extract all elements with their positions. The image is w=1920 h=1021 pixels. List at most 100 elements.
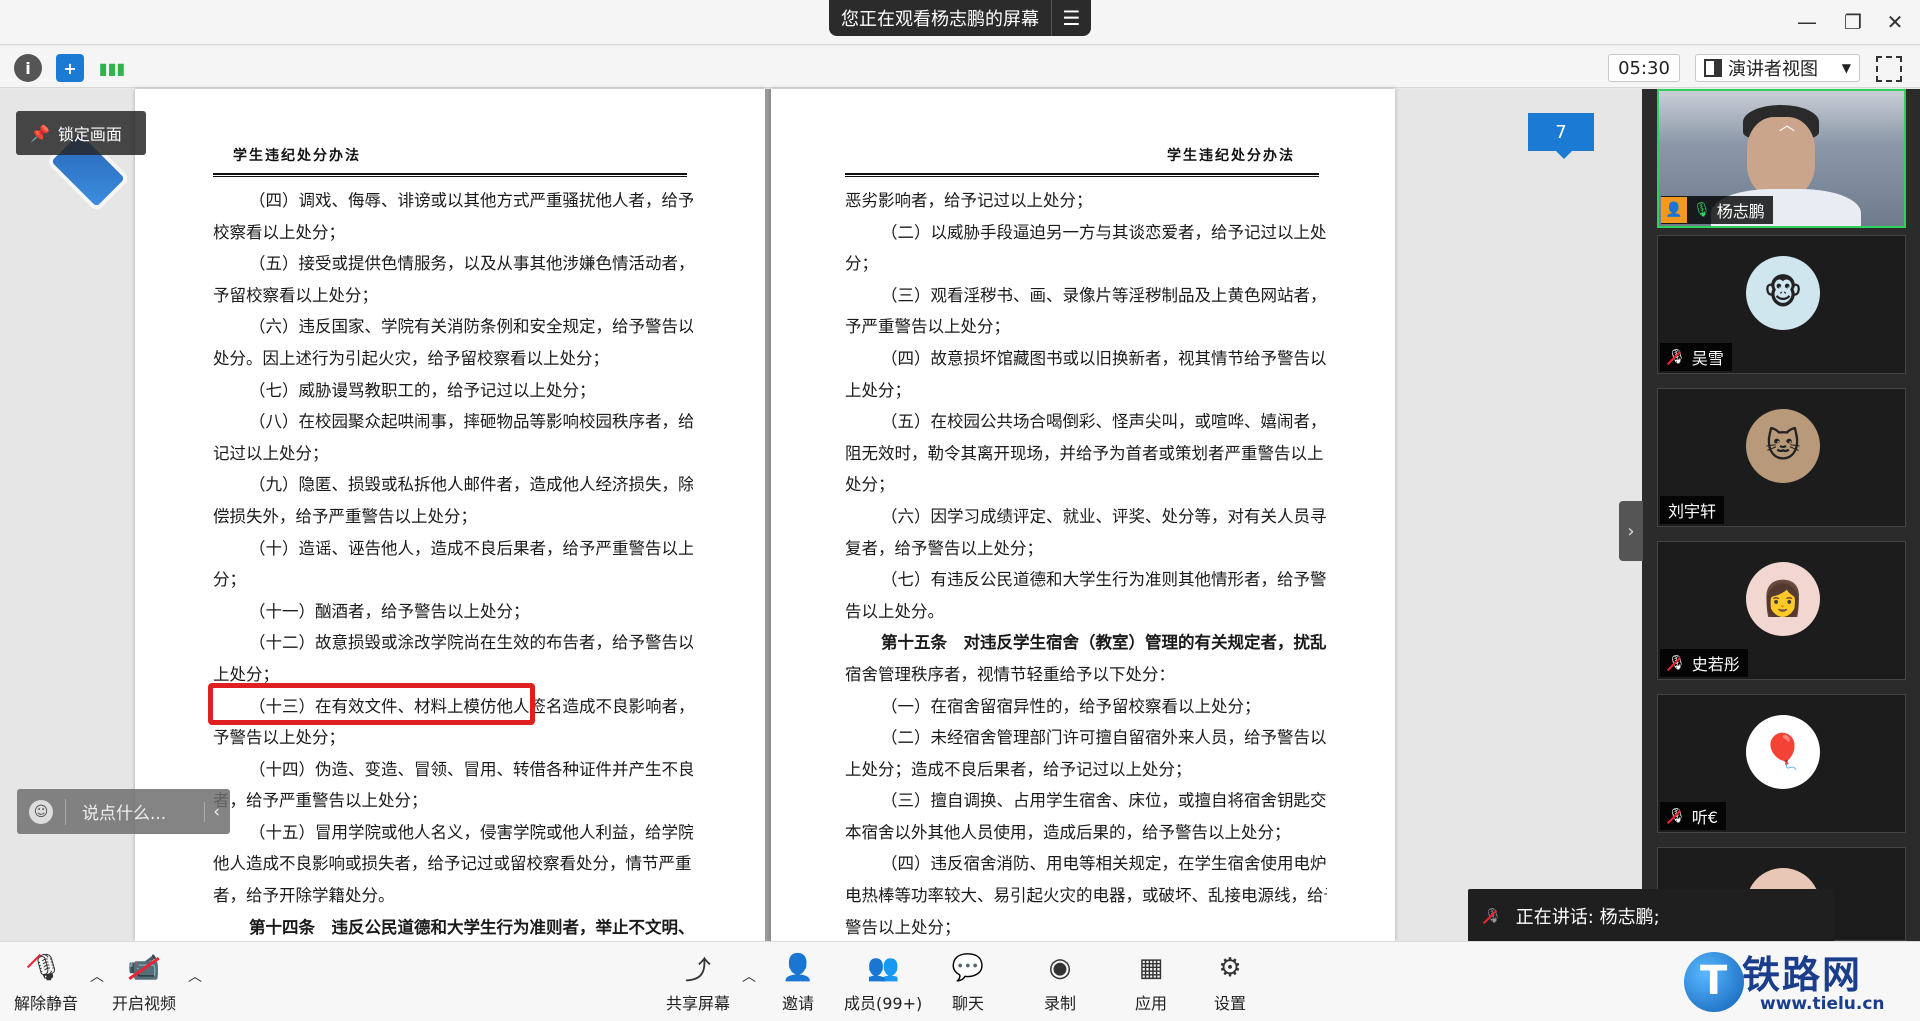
emoji-icon[interactable]: ☺ [29, 799, 53, 824]
share-screen-label: 共享屏幕 [666, 994, 731, 1013]
record-button[interactable]: ◉ 录制 [1042, 952, 1078, 1014]
document-line: 警告以上处分； [845, 917, 961, 937]
watermark-name: 铁路网 [1742, 953, 1863, 997]
shared-screen: 学生违纪处分办法 （四）调戏、侮辱、诽谤或以其他方式严重骚扰他人者，给予留 校察看… [0, 89, 1642, 941]
start-video-label: 开启视频 [112, 994, 177, 1013]
members-button[interactable]: 👥 成员(99+) [844, 952, 922, 1014]
panel-toggle-chevron-icon[interactable]: › [1619, 501, 1643, 561]
header-rule [213, 173, 687, 177]
document-line: （六）因学习成绩评定、就业、评奖、处分等，对有关人员寻衅报 [881, 506, 1327, 526]
unmute-label: 解除静音 [14, 994, 79, 1013]
record-label: 录制 [1043, 994, 1076, 1013]
apps-label: 应用 [1134, 994, 1167, 1013]
chevron-up-icon[interactable]: ︿ [1779, 111, 1795, 135]
add-user-icon: 👤 [781, 953, 815, 983]
document-line: 偿损失外，给予严重警告以上处分； [213, 506, 477, 526]
minimize-icon[interactable]: — [1792, 8, 1822, 36]
participant-tile[interactable]: 🎈 🎙 听€ [1657, 694, 1906, 833]
document-line: 分； [213, 570, 246, 590]
pin-icon: 📌 [30, 123, 50, 143]
participant-tile[interactable]: 🐵 🎙 吴雪 [1657, 235, 1906, 374]
document-line: 者，给予开除学籍处分。 [213, 886, 395, 906]
document-line: （八）在校园聚众起哄闹事，摔砸物品等影响校园秩序者，给予 [249, 412, 693, 432]
settings-button[interactable]: ⚙ 设置 [1212, 952, 1248, 1014]
running-header-left: 学生违纪处分办法 [233, 148, 361, 164]
start-video-button[interactable]: 📹 开启视频 [112, 952, 176, 1014]
audio-options-chevron-icon[interactable]: ︿ [90, 966, 104, 986]
quick-chat-input[interactable]: ☺ 说点什么... ‹ [17, 789, 230, 834]
share-screen-button[interactable]: ⤴ 共享屏幕 [666, 952, 730, 1014]
share-menu-icon[interactable]: ☰ [1051, 0, 1091, 36]
speaking-indicator: 🎙 正在讲话: 杨志鹏; [1468, 889, 1834, 943]
invite-label: 邀请 [781, 994, 814, 1013]
document-text-left: （四）调戏、侮辱、诽谤或以其他方式严重骚扰他人者，给予留 校察看以上处分； （五）接… [213, 185, 693, 943]
document-line: 上处分；造成不良后果者，给予记过以上处分； [845, 759, 1192, 779]
participant-name: 杨志鹏 [1716, 202, 1765, 221]
document-line: 第十五条 对违反学生宿舍（教室）管理的有关规定者，扰乱 [881, 633, 1327, 653]
lock-screen-label: 锁定画面 [57, 125, 122, 144]
document-line: 记过以上处分； [213, 443, 329, 463]
shield-icon[interactable]: + [56, 54, 84, 82]
host-user-icon: 👤 [1661, 197, 1687, 223]
document-line: 第十四条 违反公民道德和大学生行为准则者，举止不文明、 [249, 917, 693, 937]
logo-mark-icon [1684, 952, 1744, 1012]
watermark-logo: 铁路网 www.tielu.cn [1680, 944, 1920, 1021]
document-line: （十一）酗酒者，给予警告以上处分； [249, 601, 530, 621]
participant-tile[interactable]: 👩 🎙 史若彤 [1657, 541, 1906, 680]
avatar: 🐱 [1746, 409, 1820, 483]
members-label: 成员(99+) [844, 994, 923, 1013]
avatar: 🐵 [1746, 256, 1820, 330]
participant-name-tag: 👤 🎙 杨志鹏 [1661, 196, 1773, 224]
settings-label: 设置 [1213, 994, 1246, 1013]
unmute-button[interactable]: 🎙 解除静音 [14, 952, 78, 1014]
mic-on-icon: 🎙 [1693, 202, 1711, 218]
view-mode-button[interactable]: 演讲者视图 ▼ [1695, 54, 1860, 82]
participant-name-tag: 🎙 听€ [1660, 802, 1726, 830]
document-line: 处分； [845, 475, 895, 495]
red-highlight-annotation [208, 683, 535, 725]
apps-grid-icon: ▦ [1138, 953, 1164, 983]
chat-placeholder: 说点什么... [82, 804, 167, 824]
share-notice: 您正在观看杨志鹏的屏幕 ☰ [829, 0, 1091, 36]
lock-screen-button[interactable]: 📌 锁定画面 [16, 111, 146, 155]
chat-icon: 💬 [951, 953, 985, 983]
mic-muted-icon: 🎙 [1484, 908, 1502, 924]
participant-tile-active[interactable]: ︿ 👤 🎙 杨志鹏 [1657, 89, 1906, 228]
document-line: （三）擅自调换、占用学生宿舍、床位，或擅自将宿舍钥匙交给 [881, 791, 1327, 811]
participant-name: 听€ [1691, 808, 1718, 827]
document-line: （七）威胁谩骂教职工的，给予记过以上处分； [249, 380, 596, 400]
document-line: （三）观看淫秽书、画、录像片等淫秽制品及上黄色网站者，给 [881, 285, 1327, 305]
share-options-chevron-icon[interactable]: ︿ [742, 966, 756, 986]
document-line: 复者，给予警告以上处分； [845, 538, 1043, 558]
participant-tile[interactable]: 🐱 刘宇轩 [1657, 388, 1906, 527]
meeting-timer: 05:30 [1608, 54, 1680, 82]
fullscreen-icon[interactable] [1876, 56, 1902, 82]
document-line: （十四）伪造、变造、冒领、冒用、转借各种证件并产生不良后果 [249, 759, 693, 779]
info-icon[interactable]: i [14, 54, 42, 82]
avatar: 👩 [1746, 562, 1820, 636]
restore-icon[interactable]: ❐ [1838, 8, 1868, 36]
watermark-url: www.tielu.cn [1760, 994, 1885, 1014]
chevron-down-icon: ▼ [1841, 61, 1851, 75]
document-text-right: 恶劣影响者，给予记过以上处分； （二）以威胁手段逼迫另一方与其谈恋爱者，给予记过以… [845, 185, 1327, 943]
document-line: 予严重警告以上处分； [845, 317, 1010, 337]
control-bar: 🎙 解除静音 ︿ 📹 开启视频 ︿ ⤴ 共享屏幕 ︿ 👤 邀请 👥 成员(99+… [0, 941, 1920, 1021]
document-line: 分； [845, 254, 878, 274]
document-line: 本宿舍以外其他人员使用，造成后果的，给予警告以上处分； [845, 822, 1291, 842]
chat-button[interactable]: 💬 聊天 [950, 952, 986, 1014]
document-line: （十五）冒用学院或他人名义，侵害学院或他人利益，给学院或 [249, 822, 693, 842]
document-line: 电热棒等功率较大、易引起火灾的电器，或破坏、乱接电源线，给予 [845, 886, 1327, 906]
document-line: （四）调戏、侮辱、诽谤或以其他方式严重骚扰他人者，给予留 [249, 191, 693, 210]
share-screen-icon: ⤴ [684, 955, 711, 986]
title-bar: 您正在观看杨志鹏的屏幕 ☰ — ❐ ✕ [0, 0, 1920, 45]
collapse-chevron-icon[interactable]: ‹ [204, 801, 220, 822]
video-options-chevron-icon[interactable]: ︿ [188, 966, 202, 986]
apps-button[interactable]: ▦ 应用 [1133, 952, 1169, 1014]
document-line: （五）在校园公共场合喝倒彩、怪声尖叫，或喧哗、嬉闹者，经劝 [881, 412, 1327, 432]
document-line: 宿舍管理秩序者，视情节轻重给予以下处分： [845, 664, 1175, 684]
close-icon[interactable]: ✕ [1880, 8, 1910, 36]
invite-button[interactable]: 👤 邀请 [780, 952, 816, 1014]
participant-name-tag: 刘宇轩 [1660, 496, 1725, 524]
signal-icon[interactable]: ▮▮▮ [98, 54, 126, 82]
document-line: （十二）故意损毁或涂改学院尚在生效的布告者，给予警告以 [249, 633, 693, 653]
